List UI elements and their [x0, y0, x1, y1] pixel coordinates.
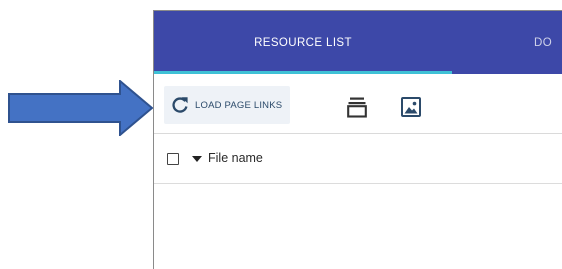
callout-arrow — [8, 80, 154, 136]
stack-icon[interactable] — [346, 96, 368, 118]
toolbar: LOAD PAGE LINKS — [154, 74, 562, 134]
sort-down-icon[interactable] — [192, 156, 202, 162]
resource-panel: RESOURCE LIST DO LOAD PAGE LINKS File na… — [153, 10, 562, 269]
column-header-file-name[interactable]: File name — [208, 151, 263, 165]
tab-second-label: DO — [534, 36, 553, 49]
load-page-links-button[interactable]: LOAD PAGE LINKS — [164, 86, 291, 124]
refresh-icon — [172, 97, 188, 113]
tab-bar: RESOURCE LIST DO — [154, 11, 562, 74]
load-page-links-label: LOAD PAGE LINKS — [195, 99, 283, 111]
select-all-checkbox[interactable] — [167, 153, 179, 165]
tab-resource-list-label: RESOURCE LIST — [254, 36, 352, 49]
screenshot-stage: RESOURCE LIST DO LOAD PAGE LINKS File na… — [0, 0, 562, 269]
tab-resource-list[interactable]: RESOURCE LIST — [154, 11, 452, 74]
image-icon[interactable] — [400, 96, 422, 118]
tab-second[interactable]: DO — [534, 11, 562, 74]
table-header-row: File name — [154, 134, 562, 184]
